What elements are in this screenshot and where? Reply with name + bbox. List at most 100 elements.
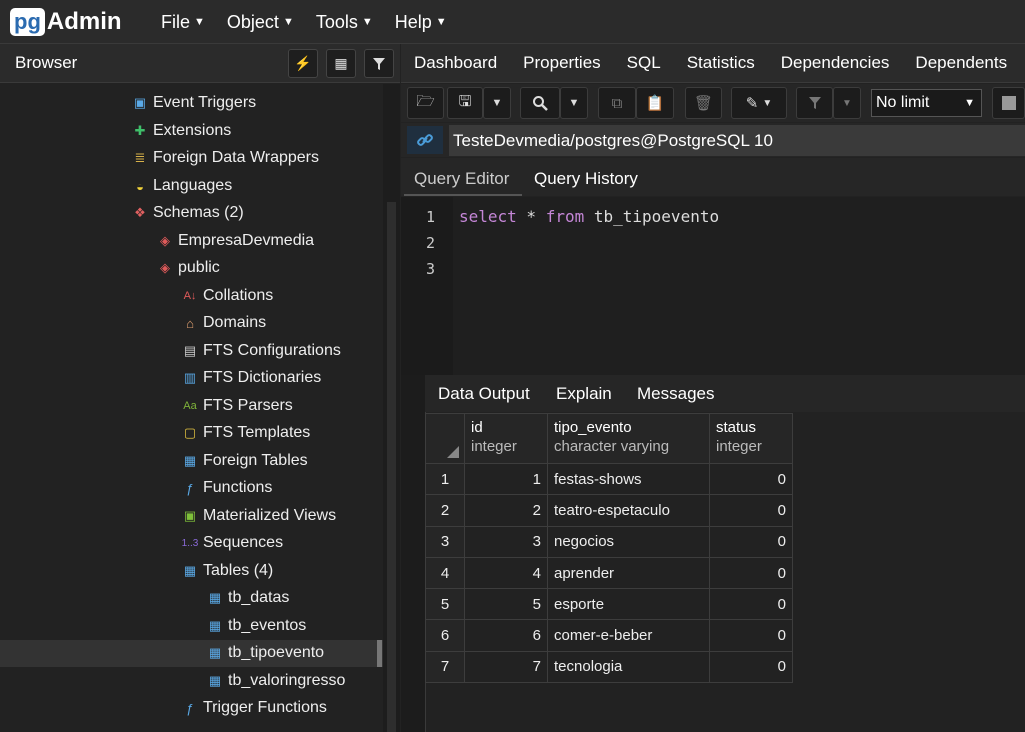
row-number[interactable]: 6 [425, 619, 465, 652]
cell-id[interactable]: 4 [464, 556, 548, 590]
tree-item-fts-dictionaries[interactable]: ▥ FTS Dictionaries [181, 365, 321, 391]
table-row[interactable]: 4 4 aprender 0 [425, 556, 793, 590]
cell-status[interactable]: 0 [709, 619, 793, 652]
cell-id[interactable]: 7 [464, 650, 548, 684]
tree-item-fts-parsers[interactable]: Aa FTS Parsers [181, 393, 293, 419]
row-number[interactable]: 7 [425, 650, 465, 684]
cell-tipo-evento[interactable]: negocios [547, 525, 710, 558]
column-header-status[interactable]: status integer [709, 413, 793, 464]
cell-tipo-evento[interactable]: teatro-espetaculo [547, 494, 710, 527]
edit-button[interactable]: ✎ ▼ [731, 87, 787, 119]
tree-item-tb-valoringresso[interactable]: ▦ tb_valoringresso [206, 668, 346, 694]
menu-tools[interactable]: Tools ▼ [316, 12, 373, 33]
table-row[interactable]: 3 3 negocios 0 [425, 525, 793, 558]
tree-item-foreign-data-wrappers[interactable]: ≣ Foreign Data Wrappers [131, 145, 319, 171]
menu-object[interactable]: Object ▼ [227, 12, 294, 33]
row-number[interactable]: 3 [425, 525, 465, 558]
table-row[interactable]: 1 1 festas-shows 0 [425, 462, 793, 496]
cell-id[interactable]: 3 [464, 525, 548, 558]
cell-status[interactable]: 0 [709, 556, 793, 590]
filter-dropdown-button[interactable]: ▼ [833, 87, 861, 119]
cell-tipo-evento[interactable]: comer-e-beber [547, 619, 710, 652]
tree-item-tb-datas[interactable]: ▦ tb_datas [206, 585, 290, 611]
menu-help[interactable]: Help ▼ [395, 12, 447, 33]
tab-query-history[interactable]: Query History [534, 169, 638, 189]
tree-item-domains[interactable]: ⌂ Domains [181, 310, 266, 336]
query-tool-button[interactable]: ⚡ [288, 49, 318, 78]
tree-item-materialized-views[interactable]: ▣ Materialized Views [181, 503, 336, 529]
menu-file[interactable]: File ▼ [161, 12, 205, 33]
row-number[interactable]: 2 [425, 494, 465, 527]
tab-dependents[interactable]: Dependents [902, 53, 1020, 73]
column-header-id[interactable]: id integer [464, 413, 548, 464]
table-row[interactable]: 5 5 esporte 0 [425, 588, 793, 621]
tree-item-extensions[interactable]: ✚ Extensions [131, 118, 232, 144]
column-header-tipo-evento[interactable]: tipo_evento character varying [547, 413, 710, 464]
find-dropdown-button[interactable]: ▼ [560, 87, 588, 119]
tree-item-collations[interactable]: A↓ Collations [181, 283, 274, 309]
tree-scrollbar[interactable] [383, 84, 400, 732]
tab-query-editor[interactable]: Query Editor [414, 169, 509, 189]
tree-item-schemas[interactable]: ❖ Schemas (2) [131, 200, 244, 226]
tree-item-sequences[interactable]: 1..3 Sequences [181, 530, 283, 556]
tree-item-tb-tipoevento[interactable]: ▦ tb_tipoevento [206, 640, 324, 666]
filter-rows-button[interactable] [796, 87, 833, 119]
cell-status[interactable]: 0 [709, 525, 793, 558]
row-limit-select[interactable]: No limit ▼ [871, 89, 982, 117]
tab-messages[interactable]: Messages [637, 384, 714, 404]
copy-button[interactable]: ⧉ [598, 87, 636, 119]
tree-item-foreign-tables[interactable]: ▦ Foreign Tables [181, 448, 308, 474]
sql-code-line[interactable]: select * from tb_tipoevento [459, 207, 719, 226]
cell-status[interactable]: 0 [709, 650, 793, 684]
tree-item-event-triggers[interactable]: ▣ Event Triggers [131, 90, 256, 116]
tab-explain[interactable]: Explain [556, 384, 612, 404]
find-button[interactable] [520, 87, 560, 119]
cell-tipo-evento[interactable]: aprender [547, 556, 710, 590]
tree-item-languages[interactable]: ◒ Languages [131, 173, 232, 199]
view-data-button[interactable]: ▦ [326, 49, 356, 78]
pgadmin-logo[interactable]: pg Admin [10, 7, 122, 37]
tree-item-fts-templates[interactable]: ▢ FTS Templates [181, 420, 310, 446]
row-number[interactable]: 4 [425, 556, 465, 590]
save-dropdown-button[interactable]: ▼ [483, 87, 511, 119]
tree-item-empresadevmedia[interactable]: ◈ EmpresaDevmedia [156, 228, 314, 254]
cell-tipo-evento[interactable]: festas-shows [547, 462, 710, 496]
cell-id[interactable]: 6 [464, 619, 548, 652]
tree-item-tb-eventos[interactable]: ▦ tb_eventos [206, 613, 306, 639]
filter-button[interactable] [364, 49, 394, 78]
connection-icon[interactable] [407, 126, 443, 154]
tab-properties[interactable]: Properties [510, 53, 613, 73]
tree-item-tables[interactable]: ▦ Tables (4) [181, 558, 273, 584]
top-menu-bar: pg Admin File ▼ Object ▼ Tools ▼ Help ▼ [0, 0, 1025, 44]
tab-dependencies[interactable]: Dependencies [768, 53, 903, 73]
cell-status[interactable]: 0 [709, 462, 793, 496]
cell-id[interactable]: 1 [464, 462, 548, 496]
tab-statistics[interactable]: Statistics [674, 53, 768, 73]
open-file-button[interactable]: 🗁 [407, 87, 444, 119]
tree-scrollbar-thumb[interactable] [387, 202, 396, 732]
tab-data-output[interactable]: Data Output [438, 384, 530, 404]
tree-item-functions[interactable]: ƒ Functions [181, 475, 272, 501]
cell-tipo-evento[interactable]: esporte [547, 588, 710, 621]
row-number[interactable]: 5 [425, 588, 465, 621]
table-row[interactable]: 6 6 comer-e-beber 0 [425, 619, 793, 652]
cell-status[interactable]: 0 [709, 588, 793, 621]
stop-button[interactable] [992, 87, 1025, 119]
grid-corner[interactable] [425, 413, 465, 464]
tree-item-fts-configurations[interactable]: ▤ FTS Configurations [181, 338, 341, 364]
row-number[interactable]: 1 [425, 462, 465, 496]
cell-id[interactable]: 5 [464, 588, 548, 621]
connection-label[interactable]: TesteDevmedia/postgres@PostgreSQL 10 [449, 125, 1025, 156]
tab-dashboard[interactable]: Dashboard [401, 53, 510, 73]
tree-item-public[interactable]: ◈ public [156, 255, 220, 281]
tab-sql[interactable]: SQL [614, 53, 674, 73]
paste-button[interactable]: 📋 [636, 87, 674, 119]
save-button[interactable]: 🖫 [447, 87, 483, 119]
cell-tipo-evento[interactable]: tecnologia [547, 650, 710, 684]
tree-item-trigger-functions[interactable]: ƒ Trigger Functions [181, 695, 327, 721]
table-row[interactable]: 2 2 teatro-espetaculo 0 [425, 494, 793, 527]
delete-button[interactable]: 🗑 [685, 87, 722, 119]
cell-status[interactable]: 0 [709, 494, 793, 527]
table-row[interactable]: 7 7 tecnologia 0 [425, 650, 793, 684]
cell-id[interactable]: 2 [464, 494, 548, 527]
